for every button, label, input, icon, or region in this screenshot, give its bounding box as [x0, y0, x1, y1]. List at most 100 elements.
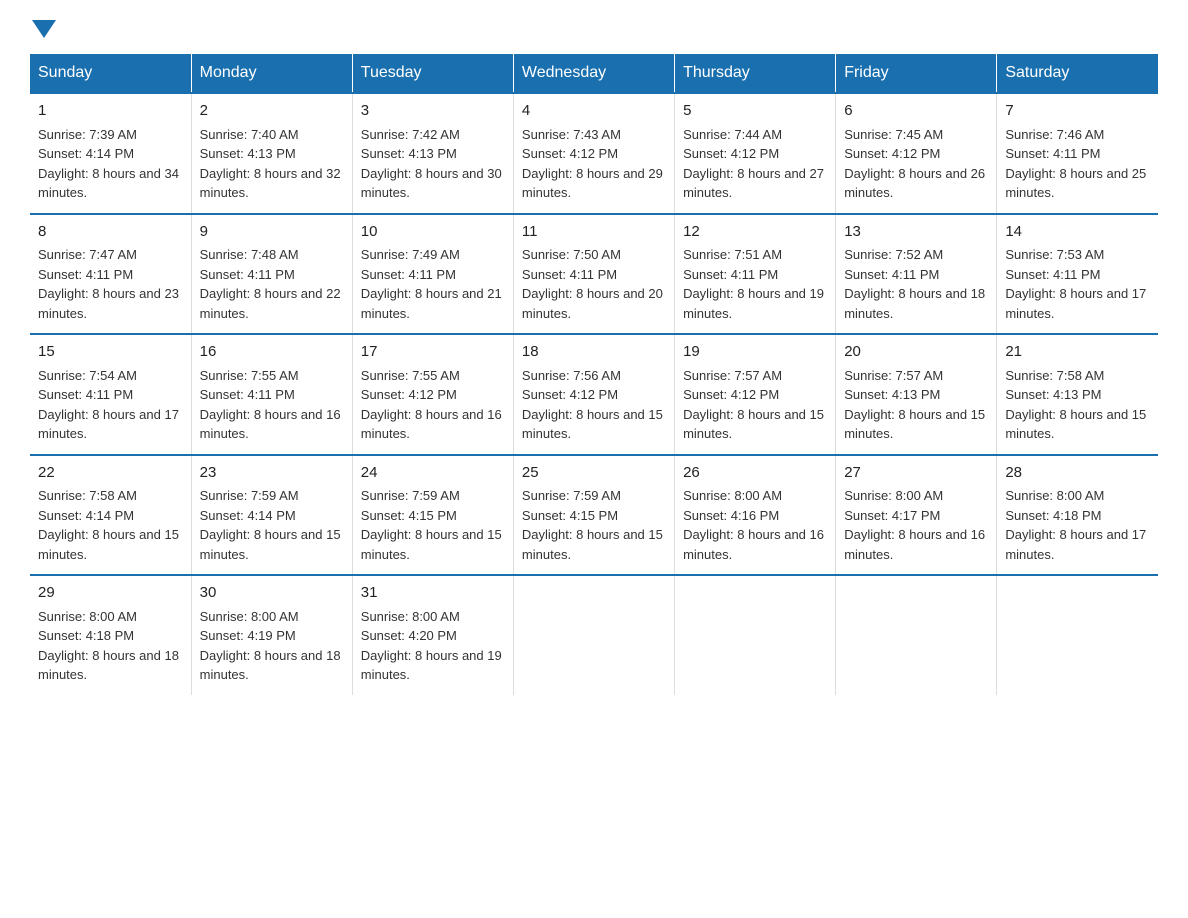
calendar-cell [997, 575, 1158, 695]
day-number: 8 [38, 221, 183, 244]
calendar-cell: 9 Sunrise: 7:48 AMSunset: 4:11 PMDayligh… [191, 214, 352, 335]
day-number: 29 [38, 582, 183, 605]
header [30, 20, 1158, 38]
day-info: Sunrise: 8:00 AMSunset: 4:18 PMDaylight:… [38, 609, 179, 683]
day-info: Sunrise: 7:53 AMSunset: 4:11 PMDaylight:… [1005, 247, 1146, 321]
day-info: Sunrise: 7:42 AMSunset: 4:13 PMDaylight:… [361, 127, 502, 201]
calendar-cell: 28 Sunrise: 8:00 AMSunset: 4:18 PMDaylig… [997, 455, 1158, 576]
day-number: 28 [1005, 462, 1150, 485]
day-info: Sunrise: 7:43 AMSunset: 4:12 PMDaylight:… [522, 127, 663, 201]
calendar-cell: 17 Sunrise: 7:55 AMSunset: 4:12 PMDaylig… [352, 334, 513, 455]
calendar-header: SundayMondayTuesdayWednesdayThursdayFrid… [30, 54, 1158, 93]
calendar-body: 1 Sunrise: 7:39 AMSunset: 4:14 PMDayligh… [30, 93, 1158, 695]
day-number: 17 [361, 341, 505, 364]
calendar-cell: 16 Sunrise: 7:55 AMSunset: 4:11 PMDaylig… [191, 334, 352, 455]
day-number: 27 [844, 462, 988, 485]
day-number: 15 [38, 341, 183, 364]
day-info: Sunrise: 7:57 AMSunset: 4:12 PMDaylight:… [683, 368, 824, 442]
calendar-cell: 3 Sunrise: 7:42 AMSunset: 4:13 PMDayligh… [352, 93, 513, 214]
calendar-cell: 2 Sunrise: 7:40 AMSunset: 4:13 PMDayligh… [191, 93, 352, 214]
day-info: Sunrise: 7:47 AMSunset: 4:11 PMDaylight:… [38, 247, 179, 321]
day-info: Sunrise: 7:59 AMSunset: 4:14 PMDaylight:… [200, 488, 341, 562]
header-cell-tuesday: Tuesday [352, 54, 513, 93]
day-info: Sunrise: 7:48 AMSunset: 4:11 PMDaylight:… [200, 247, 341, 321]
calendar-cell: 30 Sunrise: 8:00 AMSunset: 4:19 PMDaylig… [191, 575, 352, 695]
logo-triangle-icon [32, 20, 56, 38]
day-number: 6 [844, 100, 988, 123]
day-number: 24 [361, 462, 505, 485]
day-info: Sunrise: 7:58 AMSunset: 4:14 PMDaylight:… [38, 488, 179, 562]
calendar-cell: 25 Sunrise: 7:59 AMSunset: 4:15 PMDaylig… [513, 455, 674, 576]
day-number: 18 [522, 341, 666, 364]
day-number: 2 [200, 100, 344, 123]
day-info: Sunrise: 7:59 AMSunset: 4:15 PMDaylight:… [361, 488, 502, 562]
day-number: 16 [200, 341, 344, 364]
day-number: 3 [361, 100, 505, 123]
day-number: 1 [38, 100, 183, 123]
day-info: Sunrise: 7:55 AMSunset: 4:12 PMDaylight:… [361, 368, 502, 442]
header-cell-monday: Monday [191, 54, 352, 93]
day-number: 19 [683, 341, 827, 364]
day-info: Sunrise: 7:40 AMSunset: 4:13 PMDaylight:… [200, 127, 341, 201]
day-number: 4 [522, 100, 666, 123]
calendar-cell: 12 Sunrise: 7:51 AMSunset: 4:11 PMDaylig… [675, 214, 836, 335]
calendar-cell [513, 575, 674, 695]
calendar-cell: 27 Sunrise: 8:00 AMSunset: 4:17 PMDaylig… [836, 455, 997, 576]
calendar-cell: 1 Sunrise: 7:39 AMSunset: 4:14 PMDayligh… [30, 93, 191, 214]
day-info: Sunrise: 7:44 AMSunset: 4:12 PMDaylight:… [683, 127, 824, 201]
calendar-week-4: 22 Sunrise: 7:58 AMSunset: 4:14 PMDaylig… [30, 455, 1158, 576]
day-info: Sunrise: 7:57 AMSunset: 4:13 PMDaylight:… [844, 368, 985, 442]
header-cell-sunday: Sunday [30, 54, 191, 93]
header-cell-wednesday: Wednesday [513, 54, 674, 93]
day-number: 26 [683, 462, 827, 485]
logo [30, 20, 58, 38]
day-number: 22 [38, 462, 183, 485]
day-info: Sunrise: 8:00 AMSunset: 4:18 PMDaylight:… [1005, 488, 1146, 562]
day-number: 25 [522, 462, 666, 485]
day-number: 9 [200, 221, 344, 244]
calendar-cell: 15 Sunrise: 7:54 AMSunset: 4:11 PMDaylig… [30, 334, 191, 455]
day-info: Sunrise: 7:49 AMSunset: 4:11 PMDaylight:… [361, 247, 502, 321]
day-info: Sunrise: 8:00 AMSunset: 4:20 PMDaylight:… [361, 609, 502, 683]
day-info: Sunrise: 7:45 AMSunset: 4:12 PMDaylight:… [844, 127, 985, 201]
day-number: 10 [361, 221, 505, 244]
calendar-cell: 20 Sunrise: 7:57 AMSunset: 4:13 PMDaylig… [836, 334, 997, 455]
calendar-week-2: 8 Sunrise: 7:47 AMSunset: 4:11 PMDayligh… [30, 214, 1158, 335]
calendar-cell [675, 575, 836, 695]
calendar-week-1: 1 Sunrise: 7:39 AMSunset: 4:14 PMDayligh… [30, 93, 1158, 214]
day-number: 5 [683, 100, 827, 123]
calendar-cell: 24 Sunrise: 7:59 AMSunset: 4:15 PMDaylig… [352, 455, 513, 576]
day-info: Sunrise: 7:46 AMSunset: 4:11 PMDaylight:… [1005, 127, 1146, 201]
day-number: 30 [200, 582, 344, 605]
header-row: SundayMondayTuesdayWednesdayThursdayFrid… [30, 54, 1158, 93]
day-info: Sunrise: 7:54 AMSunset: 4:11 PMDaylight:… [38, 368, 179, 442]
calendar-week-3: 15 Sunrise: 7:54 AMSunset: 4:11 PMDaylig… [30, 334, 1158, 455]
day-info: Sunrise: 7:58 AMSunset: 4:13 PMDaylight:… [1005, 368, 1146, 442]
calendar-cell: 22 Sunrise: 7:58 AMSunset: 4:14 PMDaylig… [30, 455, 191, 576]
day-number: 14 [1005, 221, 1150, 244]
calendar-cell: 21 Sunrise: 7:58 AMSunset: 4:13 PMDaylig… [997, 334, 1158, 455]
page: SundayMondayTuesdayWednesdayThursdayFrid… [0, 0, 1188, 725]
calendar-table: SundayMondayTuesdayWednesdayThursdayFrid… [30, 54, 1158, 695]
day-info: Sunrise: 8:00 AMSunset: 4:19 PMDaylight:… [200, 609, 341, 683]
header-cell-thursday: Thursday [675, 54, 836, 93]
day-number: 11 [522, 221, 666, 244]
day-info: Sunrise: 8:00 AMSunset: 4:17 PMDaylight:… [844, 488, 985, 562]
calendar-cell: 14 Sunrise: 7:53 AMSunset: 4:11 PMDaylig… [997, 214, 1158, 335]
calendar-cell: 23 Sunrise: 7:59 AMSunset: 4:14 PMDaylig… [191, 455, 352, 576]
day-info: Sunrise: 7:52 AMSunset: 4:11 PMDaylight:… [844, 247, 985, 321]
day-number: 21 [1005, 341, 1150, 364]
calendar-cell: 6 Sunrise: 7:45 AMSunset: 4:12 PMDayligh… [836, 93, 997, 214]
day-info: Sunrise: 7:59 AMSunset: 4:15 PMDaylight:… [522, 488, 663, 562]
header-cell-friday: Friday [836, 54, 997, 93]
day-info: Sunrise: 7:55 AMSunset: 4:11 PMDaylight:… [200, 368, 341, 442]
day-number: 20 [844, 341, 988, 364]
day-info: Sunrise: 7:50 AMSunset: 4:11 PMDaylight:… [522, 247, 663, 321]
calendar-cell [836, 575, 997, 695]
day-info: Sunrise: 7:51 AMSunset: 4:11 PMDaylight:… [683, 247, 824, 321]
day-number: 23 [200, 462, 344, 485]
calendar-cell: 19 Sunrise: 7:57 AMSunset: 4:12 PMDaylig… [675, 334, 836, 455]
calendar-cell: 18 Sunrise: 7:56 AMSunset: 4:12 PMDaylig… [513, 334, 674, 455]
calendar-cell: 10 Sunrise: 7:49 AMSunset: 4:11 PMDaylig… [352, 214, 513, 335]
day-info: Sunrise: 8:00 AMSunset: 4:16 PMDaylight:… [683, 488, 824, 562]
